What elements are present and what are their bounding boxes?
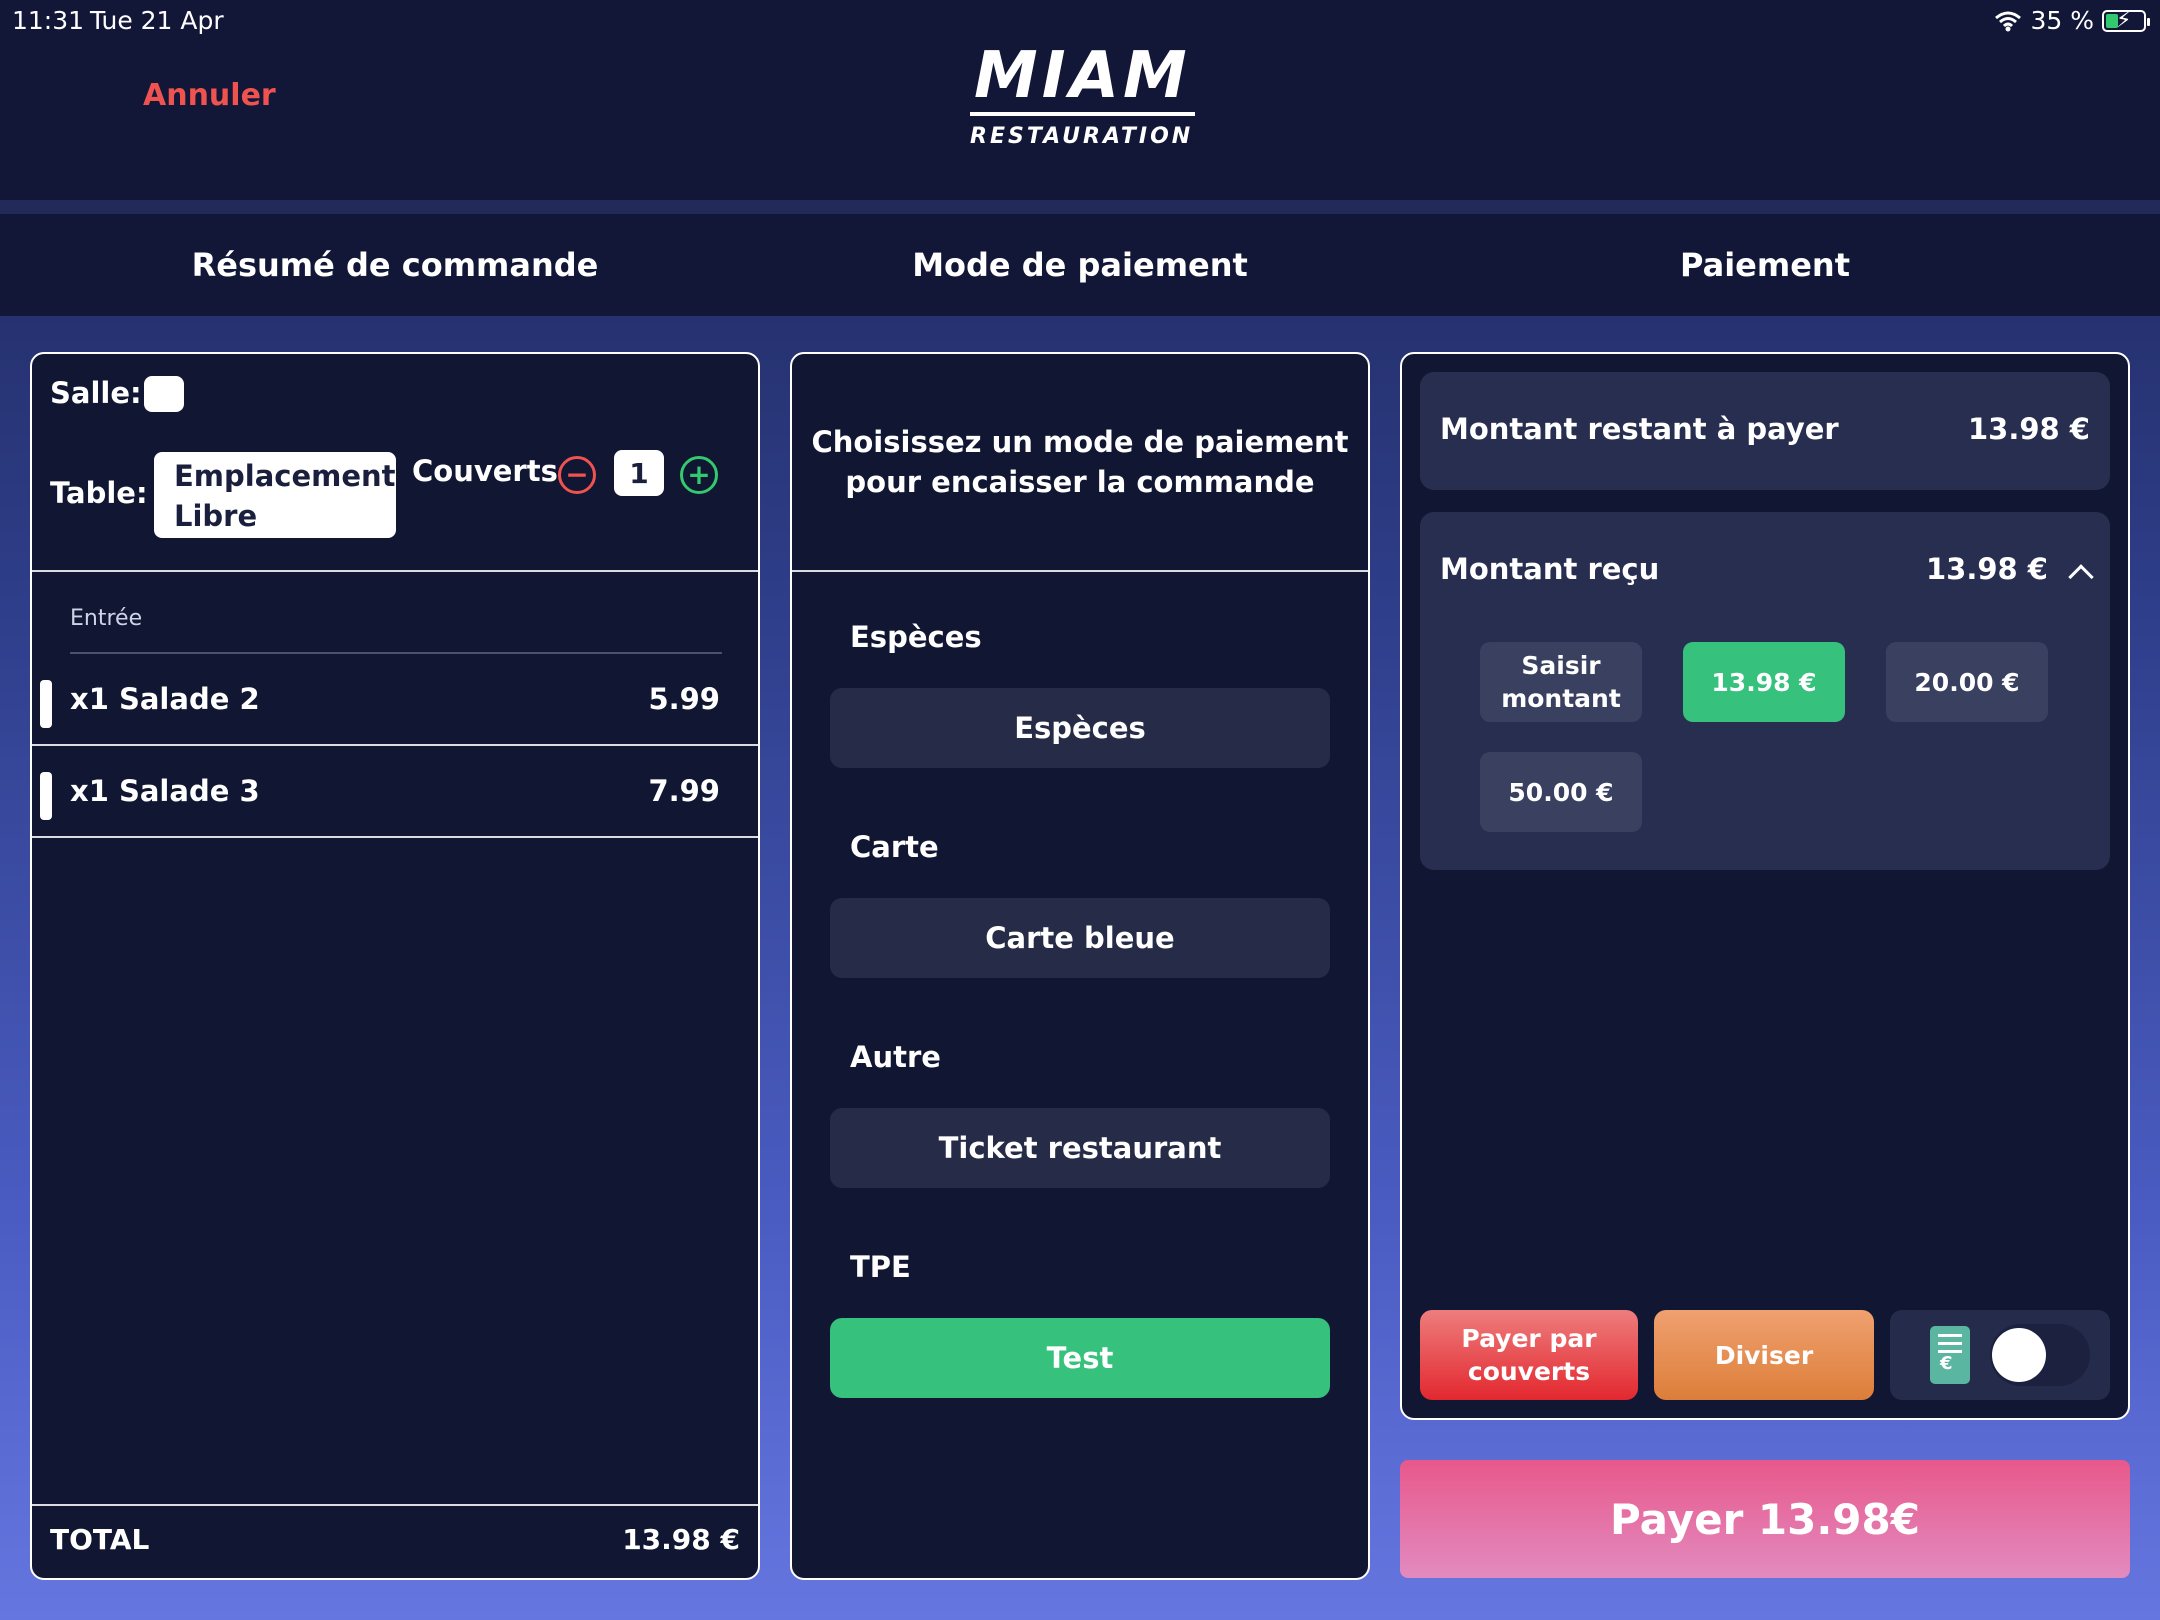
- cancel-button[interactable]: Annuler: [143, 78, 276, 113]
- battery-icon: ⚡: [2102, 7, 2150, 33]
- divider: [32, 570, 758, 572]
- received-label: Montant reçu: [1440, 552, 1660, 586]
- order-item-row[interactable]: x1 Salade 3 7.99: [32, 746, 758, 836]
- received-amount-card: Montant reçu 13.98 € Saisir montant 13.9…: [1420, 512, 2110, 870]
- amount-option-button[interactable]: 20.00 €: [1886, 642, 2048, 722]
- section-title-tpe: TPE: [850, 1250, 911, 1284]
- logo-main-text: MIAM: [970, 40, 1195, 116]
- ticket-restaurant-button[interactable]: Ticket restaurant: [830, 1108, 1330, 1188]
- brand-logo: MIAM RESTAURATION: [970, 40, 1195, 149]
- payment-actions: Payer par couverts Diviser €: [1420, 1310, 2110, 1402]
- order-item-name: x1 Salade 2: [70, 682, 260, 716]
- amount-option-button[interactable]: 50.00 €: [1480, 752, 1642, 832]
- receipt-icon: €: [1930, 1326, 1970, 1384]
- top-bar: 11:31 Tue 21 Apr 35 % ⚡ Annuler MIAM RES…: [0, 0, 2160, 200]
- item-marker: [40, 680, 52, 728]
- tab-order-summary: Résumé de commande: [191, 246, 599, 284]
- total-label: TOTAL: [50, 1523, 150, 1556]
- wifi-icon: [1995, 11, 2022, 31]
- couverts-value[interactable]: 1: [614, 450, 664, 496]
- order-item-row[interactable]: x1 Salade 2 5.99: [32, 654, 758, 744]
- enter-amount-button[interactable]: Saisir montant: [1480, 642, 1642, 722]
- order-item-price: 7.99: [648, 774, 720, 808]
- remaining-value: 13.98 €: [1967, 412, 2090, 446]
- divider: [792, 570, 1368, 572]
- pay-by-couverts-button[interactable]: Payer par couverts: [1420, 1310, 1638, 1400]
- salle-label: Salle:: [50, 376, 142, 410]
- section-title-especes: Espèces: [850, 620, 982, 654]
- toggle-knob: [1992, 1328, 2046, 1382]
- receipt-currency: €: [1940, 1353, 1953, 1374]
- tab-payment: Paiement: [1680, 246, 1850, 284]
- receipt-toggle-group: €: [1890, 1310, 2110, 1400]
- amount-option-button[interactable]: 13.98 €: [1683, 642, 1845, 722]
- payment-panel: Montant restant à payer 13.98 € Montant …: [1400, 352, 2130, 1420]
- receipt-line: [1938, 1334, 1962, 1337]
- carte-bleue-button[interactable]: Carte bleue: [830, 898, 1330, 978]
- status-date: Tue 21 Apr: [90, 6, 224, 35]
- split-button[interactable]: Diviser: [1654, 1310, 1874, 1400]
- total-value: 13.98 €: [622, 1523, 740, 1556]
- section-title-carte: Carte: [850, 830, 939, 864]
- couverts-increment-button[interactable]: +: [680, 456, 718, 494]
- received-value: 13.98 €: [1925, 552, 2048, 586]
- remaining-amount-card: Montant restant à payer 13.98 €: [1420, 372, 2110, 490]
- payment-mode-prompt: Choisissez un mode de paiement pour enca…: [811, 425, 1349, 499]
- order-item-price: 5.99: [648, 682, 720, 716]
- item-marker: [40, 772, 52, 820]
- section-headers: Résumé de commande Mode de paiement Paie…: [0, 214, 2160, 316]
- status-time: 11:31: [12, 6, 85, 35]
- receipt-line: [1938, 1342, 1962, 1345]
- pay-button[interactable]: Payer 13.98€: [1400, 1460, 2130, 1578]
- chevron-up-icon[interactable]: [2068, 564, 2094, 590]
- tab-payment-mode: Mode de paiement: [912, 246, 1248, 284]
- status-right: 35 % ⚡: [1994, 6, 2150, 35]
- remaining-label: Montant restant à payer: [1440, 412, 1839, 446]
- order-item-name: x1 Salade 3: [70, 774, 260, 808]
- especes-button[interactable]: Espèces: [830, 688, 1330, 768]
- table-label: Table:: [50, 476, 148, 510]
- receipt-toggle[interactable]: [1990, 1324, 2090, 1386]
- tpe-test-button[interactable]: Test: [830, 1318, 1330, 1398]
- salle-field[interactable]: [144, 376, 184, 412]
- table-field[interactable]: Emplacement Libre: [154, 452, 396, 538]
- logo-sub-text: RESTAURATION: [970, 124, 1194, 149]
- couverts-label: Couverts: [412, 454, 558, 488]
- header-divider: [0, 200, 2160, 214]
- couverts-decrement-button[interactable]: −: [558, 456, 596, 494]
- charging-bolt-icon: ⚡: [2116, 7, 2132, 33]
- category-label: Entrée: [70, 606, 143, 631]
- total-divider: [32, 1504, 758, 1506]
- divider: [32, 836, 758, 838]
- order-summary-panel: Salle: Table: Emplacement Libre Couverts…: [30, 352, 760, 1580]
- section-title-autre: Autre: [850, 1040, 941, 1074]
- battery-percent: 35 %: [2030, 6, 2094, 35]
- payment-mode-panel: Choisissez un mode de paiement pour enca…: [790, 352, 1370, 1580]
